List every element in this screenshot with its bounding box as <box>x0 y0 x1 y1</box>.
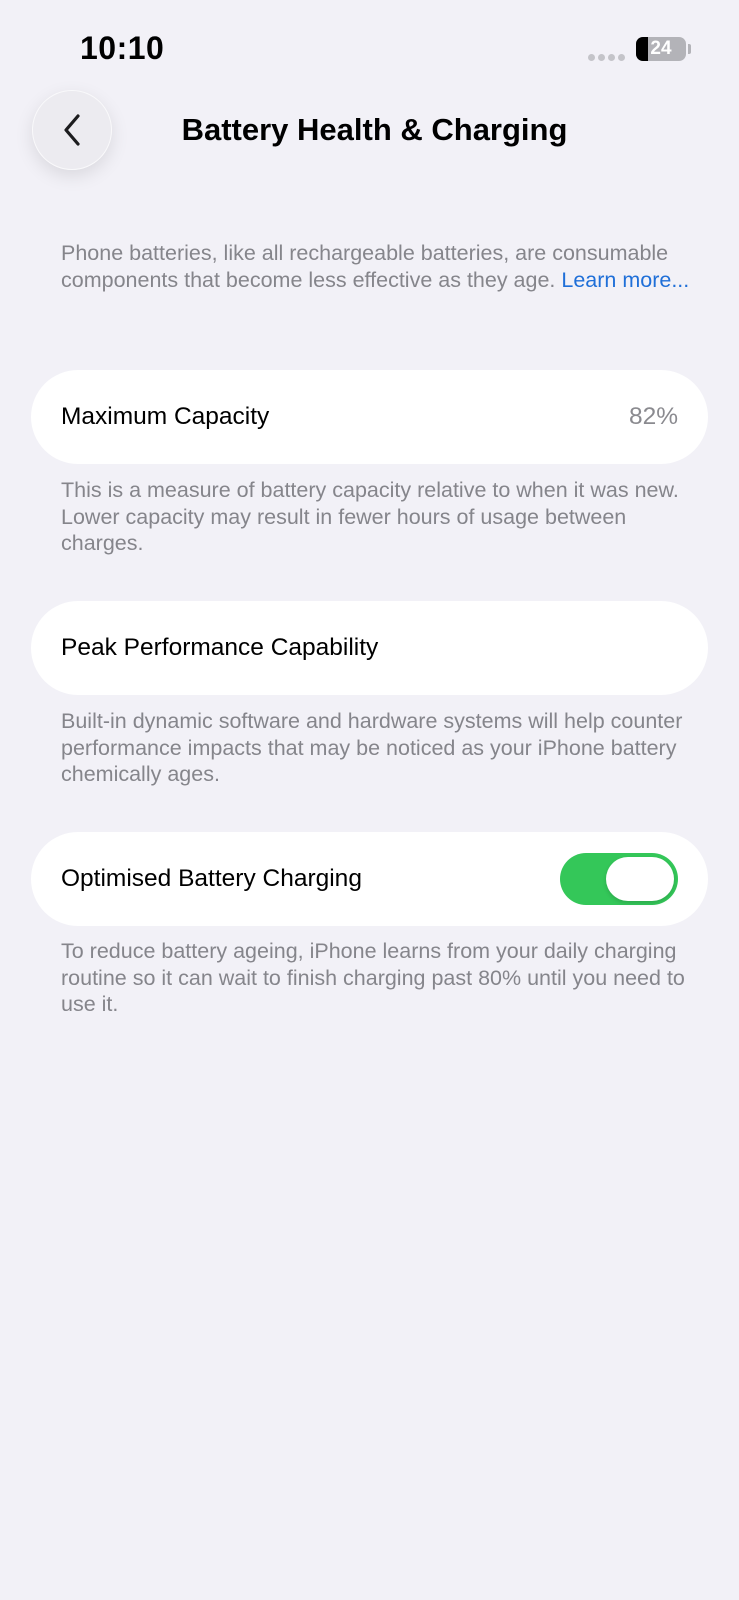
peak-performance-description: Built-in dynamic software and hardware s… <box>61 709 683 786</box>
status-time: 10:10 <box>80 30 165 66</box>
optimised-charging-row: Optimised Battery Charging <box>31 832 708 926</box>
battery-percentage: 24 <box>650 38 672 59</box>
maximum-capacity-row: Maximum Capacity 82% <box>31 370 708 464</box>
status-bar: 10:10 24 <box>0 0 739 90</box>
optimised-charging-toggle[interactable] <box>560 853 678 905</box>
learn-more-link[interactable]: Learn more... <box>561 268 689 292</box>
peak-performance-label: Peak Performance Capability <box>61 634 379 661</box>
maximum-capacity-value: 82% <box>628 403 678 430</box>
maximum-capacity-description: This is a measure of battery capacity re… <box>61 478 679 555</box>
battery-cap <box>688 44 691 54</box>
intro-text: Phone batteries, like all rechargeable b… <box>61 240 701 294</box>
cellular-signal-icon <box>588 54 625 61</box>
page-title: Battery Health & Charging <box>181 112 568 147</box>
optimised-charging-description: To reduce battery ageing, iPhone learns … <box>61 939 685 1016</box>
battery-icon: 24 <box>636 37 686 61</box>
peak-performance-row: Peak Performance Capability <box>31 601 708 695</box>
maximum-capacity-label: Maximum Capacity <box>61 403 270 430</box>
optimised-charging-label: Optimised Battery Charging <box>61 865 362 892</box>
toggle-knob <box>606 857 674 901</box>
